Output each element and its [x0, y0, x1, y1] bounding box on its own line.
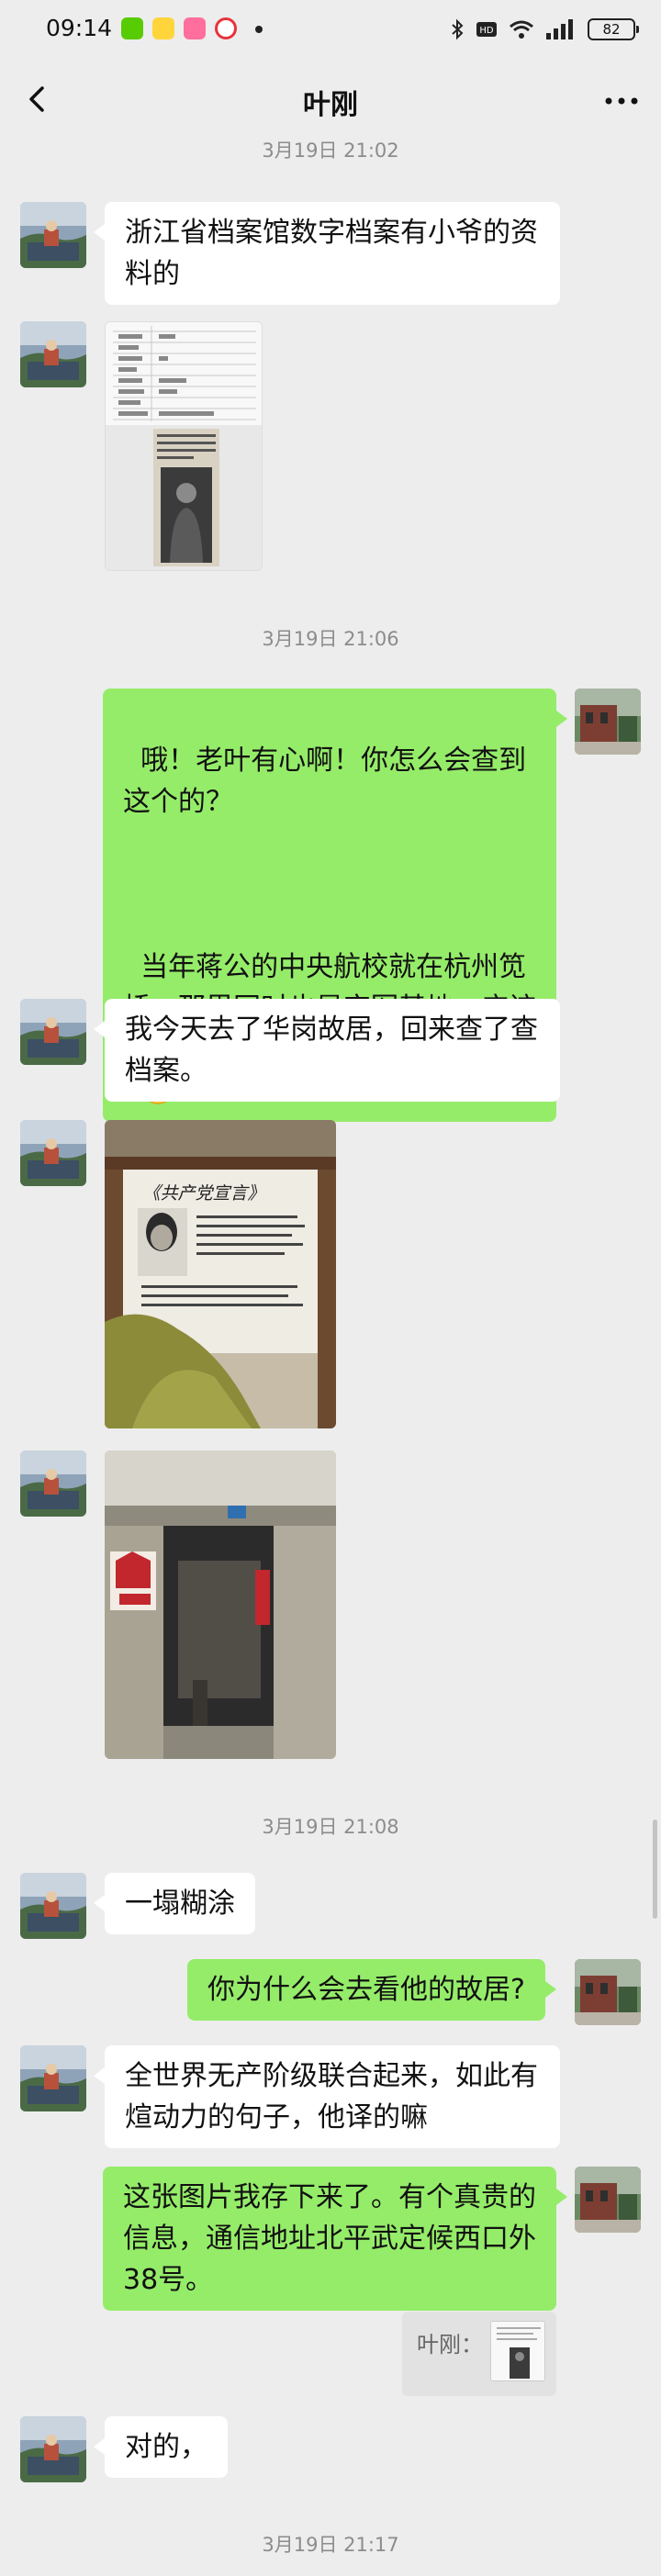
contact-avatar[interactable] — [20, 2416, 86, 2482]
message-bubble-outgoing[interactable]: 你为什么会去看他的故居? — [187, 1959, 556, 2021]
message-timestamp: 3月19日 21:06 — [262, 628, 399, 650]
wifi-icon — [510, 20, 533, 39]
contact-avatar[interactable] — [20, 1120, 86, 1186]
message-bubble-incoming[interactable]: 一塌糊涂 — [94, 1873, 255, 1934]
poster-photo[interactable]: 《共产党宣言》 — [105, 1120, 336, 1428]
message-bubble-incoming[interactable]: 全世界无产阶级联合起来，如此有煊动力的句子，他译的嘛 — [94, 2045, 560, 2148]
contact-avatar[interactable] — [20, 202, 86, 268]
quote-sender-label: 叶刚： — [417, 2332, 483, 2358]
status-icons: HD 82 — [450, 17, 639, 42]
battery-indicator: 82 — [588, 18, 639, 40]
my-avatar[interactable] — [575, 689, 641, 755]
bluetooth-icon — [452, 18, 464, 40]
message-bubble-outgoing[interactable]: 这张图片我存下来了。有个真贵的信息，通信地址北平武定候西口外38号。 — [103, 2167, 567, 2311]
message-bubble-incoming[interactable]: 浙江省档案馆数字档案有小爷的资料的 — [94, 202, 560, 305]
message-bubble-incoming[interactable]: 对的， — [94, 2416, 228, 2478]
contact-avatar[interactable] — [20, 1873, 86, 1939]
message-paragraph: 哦！老叶有心啊！你怎么会查到这个的？ — [123, 745, 527, 818]
my-avatar[interactable] — [575, 1959, 641, 2025]
more-options-icon[interactable] — [599, 83, 644, 119]
message-bubble-incoming[interactable]: 我今天去了华岗故居，回来查了查档案。 — [94, 999, 560, 1102]
contact-avatar[interactable] — [20, 321, 86, 387]
chat-header: 叶刚 — [0, 59, 661, 141]
message-timestamp: 3月19日 21:02 — [262, 140, 399, 162]
contact-avatar[interactable] — [20, 2045, 86, 2111]
quoted-message[interactable]: 叶刚： — [402, 2312, 556, 2396]
archive-document-image[interactable] — [105, 321, 263, 571]
quoted-image-thumbnail — [490, 2321, 545, 2381]
signal-icon — [546, 19, 573, 39]
back-arrow-icon[interactable] — [20, 81, 57, 118]
duolingo-icon — [121, 17, 143, 39]
contact-avatar[interactable] — [20, 1450, 86, 1517]
hd-icon: HD — [476, 22, 497, 37]
chat-title: 叶刚 — [303, 89, 358, 121]
contact-avatar[interactable] — [20, 999, 86, 1065]
yellow-app-icon — [152, 17, 174, 39]
red-target-app-icon — [215, 17, 237, 39]
status-bar: 09:14 HD 82 — [0, 0, 661, 59]
my-avatar[interactable] — [575, 2167, 641, 2233]
former-residence-door-photo[interactable] — [105, 1450, 336, 1759]
svg-text:HD: HD — [479, 26, 494, 36]
message-timestamp: 3月19日 21:08 — [262, 1816, 399, 1838]
scrollbar-thumb[interactable] — [653, 1820, 657, 1919]
status-time: 09:14 — [46, 15, 113, 41]
poster-title-text: 《共产党宣言》 — [142, 1183, 264, 1204]
message-timestamp: 3月19日 21:17 — [262, 2534, 399, 2556]
notification-dot — [255, 26, 263, 33]
pink-app-icon — [184, 17, 206, 39]
